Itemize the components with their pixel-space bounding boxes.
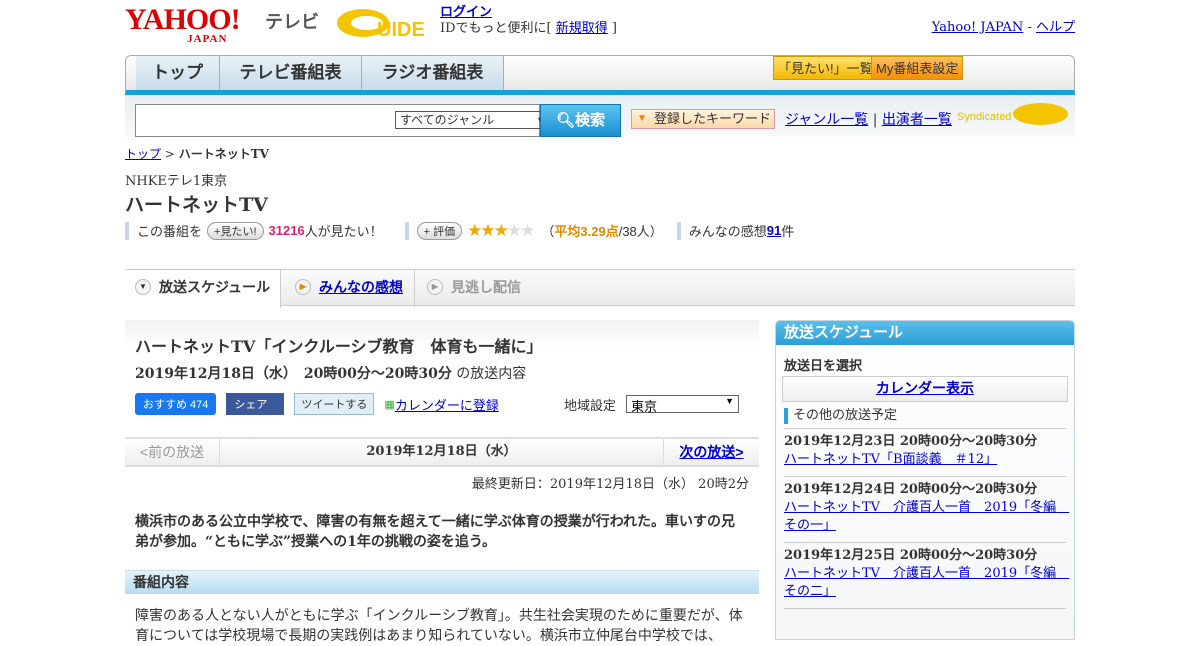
calendar-view-button[interactable]: カレンダー表示 (782, 376, 1068, 402)
reviews-count-link[interactable]: 91 (767, 223, 781, 238)
help-link[interactable]: ヘルプ (1036, 20, 1075, 35)
section-header: 番組内容 (125, 570, 759, 594)
tab-catchup[interactable]: ▶ 見逃し配信 (417, 270, 547, 307)
facebook-share-button[interactable]: シェア (226, 393, 285, 415)
gguide-logo[interactable]: UIDE (335, 6, 430, 40)
channel-name: NHKEテレ1東京 (125, 174, 228, 189)
wishlist-button[interactable]: 「見たい!」一覧 (773, 56, 878, 80)
tab-label: 見逃し配信 (451, 279, 521, 295)
yahoo-logo[interactable]: YAHOO! JAPAN (125, 3, 241, 45)
cast-list-link[interactable]: 出演者一覧 (882, 112, 952, 128)
tweet-button[interactable]: ツイートする (294, 393, 375, 415)
svg-text:UIDE: UIDE (377, 19, 425, 40)
tab-label: みんなの感想 (319, 279, 403, 295)
id-prompt-end: ] (607, 21, 617, 36)
schedule-item: 2019年12月25日 20時00分～20時30分ハートネットTV 介護百人一首… (784, 543, 1069, 609)
want-suffix: 人が見たい！ (304, 224, 383, 239)
other-schedule-label: その他の放送予定 (784, 408, 1066, 424)
facebook-recommend-button[interactable]: おすすめ 474 (135, 393, 217, 415)
search-button[interactable]: 🔍︎検索 (540, 104, 621, 137)
nav-tab-top[interactable]: トップ (136, 56, 220, 90)
paren: （ (541, 224, 555, 239)
reviews-suffix: 件 (781, 224, 795, 239)
search-input[interactable]: すべてのジャンル▼ (135, 104, 550, 137)
syndicated-label: Syndicated (957, 111, 1012, 123)
schedule-item: 2019年12月23日 20時00分～20時30分 ハートネットTV「B面談義 ＃… (784, 429, 1066, 477)
schedule-item: 2019年12月24日 20時00分～20時30分ハートネットTV 介護百人一首… (784, 477, 1069, 543)
want-count: 31216 (268, 223, 305, 238)
search-links: ジャンル一覧 | 出演者一覧 (785, 112, 952, 128)
my-settings-button[interactable]: My番組表設定 (871, 56, 964, 80)
select-date-label: 放送日を選択 (784, 359, 863, 374)
episode-nav: <前の放送 2019年12月18日（水） 次の放送> (125, 437, 759, 467)
dropdown-icon: ▼ (637, 113, 647, 124)
last-updated: 最終更新日：2019年12月18日（水） 20時2分 (471, 477, 749, 492)
region-value: 東京 (631, 399, 658, 414)
episode-summary: 横浜市のある公立中学校で、障害の有無を超えて一緒に学ぶ体育の授業が行われた。車い… (135, 514, 736, 550)
reviews-label: みんなの感想 (688, 224, 767, 239)
rating-average: 平均3.29点 (554, 224, 619, 239)
program-tabs: ▼ 放送スケジュール ▶ みんなの感想 ▶ 見逃し配信 (125, 269, 1075, 308)
breadcrumb-current: ハートネットTV (178, 147, 269, 161)
program-stats: この番組を +見たい! 31216 人が見たい！ + 評価 ★★★★★ （平均3.… (125, 221, 794, 240)
logo-text: YAHOO! (125, 3, 241, 36)
share-row: おすすめ 474 シェア ツイートする ▦ カレンダーに登録 地域設定 東京 ▼ (135, 393, 749, 415)
schedule-time: 2019年12月24日 20時00分～20時30分 (784, 482, 1038, 497)
breadcrumb-top[interactable]: トップ (125, 147, 161, 161)
dropdown-arrow-icon: ▼ (725, 396, 734, 406)
tv-logo[interactable]: テレビ (265, 8, 319, 34)
episode-datetime: 2019年12月18日（水） 20時00分～20時30分 (135, 366, 452, 382)
schedule-sidebar: 放送スケジュール 放送日を選択 カレンダー表示 その他の放送予定 2019年12… (775, 320, 1075, 640)
nav-tab-tv-listings[interactable]: テレビ番組表 (220, 56, 362, 90)
rate-button[interactable]: + 評価 (416, 221, 463, 240)
tab-label: 放送スケジュール (159, 279, 271, 295)
schedule-time: 2019年12月25日 20時00分～20時30分 (784, 548, 1038, 563)
nav-tab-radio-listings[interactable]: ラジオ番組表 (362, 56, 504, 90)
schedule-time: 2019年12月23日 20時00分～20時30分 (784, 434, 1038, 449)
gguide-small-logo (1013, 103, 1068, 125)
schedule-link[interactable]: ハートネットTV 介護百人一首 2019「冬編 その一」 (784, 500, 1069, 533)
main-nav: トップ テレビ番組表 ラジオ番組表 「見たい!」一覧 My番組表設定 (125, 55, 1075, 95)
top-links: Yahoo! JAPAN - ヘルプ (932, 16, 1075, 35)
login-link[interactable]: ログイン (440, 5, 492, 20)
episode-title: ハートネットTV「インクルーシブ教育 体育も一緒に」 (135, 337, 543, 356)
play-icon: ▶ (427, 279, 443, 295)
genre-select[interactable]: すべてのジャンル▼ (395, 111, 550, 129)
current-date: 2019年12月18日（水） (366, 444, 517, 459)
rating-count: /38人） (618, 224, 663, 239)
login-area: ログイン IDでもっと便利に[ 新規取得 ] (440, 5, 617, 37)
calendar-link[interactable]: カレンダーに登録 (395, 395, 499, 414)
search-label: 検索 (575, 112, 606, 129)
prev-episode[interactable]: <前の放送 (125, 439, 220, 465)
search-icon: 🔍︎ (555, 112, 576, 129)
want-button[interactable]: +見たい! (207, 221, 264, 240)
breadcrumb: トップ > ハートネットTV (125, 147, 269, 161)
next-episode[interactable]: 次の放送> (663, 439, 759, 465)
region-label: 地域設定 (563, 397, 616, 413)
genre-value: すべてのジャンル (400, 113, 495, 127)
datetime-suffix: の放送内容 (451, 366, 527, 382)
tab-schedule[interactable]: ▼ 放送スケジュール (125, 270, 281, 308)
play-icon: ▶ (295, 279, 311, 295)
keywords-button[interactable]: ▼ 登録したキーワード (631, 109, 775, 129)
this-program-label: この番組を (137, 224, 203, 239)
tab-reviews[interactable]: ▶ みんなの感想 (285, 270, 415, 307)
episode-main: ハートネットTV「インクルーシブ教育 体育も一緒に」 2019年12月18日（水… (125, 320, 759, 646)
dash: - (1023, 20, 1036, 35)
schedule-link[interactable]: ハートネットTV「B面談義 ＃12」 (784, 452, 997, 467)
page-title: ハートネットTV (125, 194, 268, 216)
keywords-label: 登録したキーワード (654, 111, 772, 126)
sidebar-title: 放送スケジュール (776, 321, 1074, 345)
episode-body: 障害のある人とない人がともに学ぶ「インクルーシブ教育」。共生社会実現のために重要… (135, 608, 743, 644)
chevron-down-icon: ▼ (135, 279, 151, 295)
genre-list-link[interactable]: ジャンル一覧 (785, 112, 868, 128)
yahoo-japan-link[interactable]: Yahoo! JAPAN (932, 20, 1024, 35)
region-select[interactable]: 東京 ▼ (626, 395, 739, 414)
signup-link[interactable]: 新規取得 (556, 21, 608, 36)
schedule-link[interactable]: ハートネットTV 介護百人一首 2019「冬編 その二」 (784, 566, 1069, 599)
calendar-add-icon: ▦ (384, 398, 395, 411)
search-bar: すべてのジャンル▼ 🔍︎検索 ▼ 登録したキーワード ジャンル一覧 | 出演者一覧… (125, 95, 1075, 137)
rating-stars: ★★★★★ (467, 220, 535, 240)
id-prompt: IDでもっと便利に[ (440, 21, 556, 36)
